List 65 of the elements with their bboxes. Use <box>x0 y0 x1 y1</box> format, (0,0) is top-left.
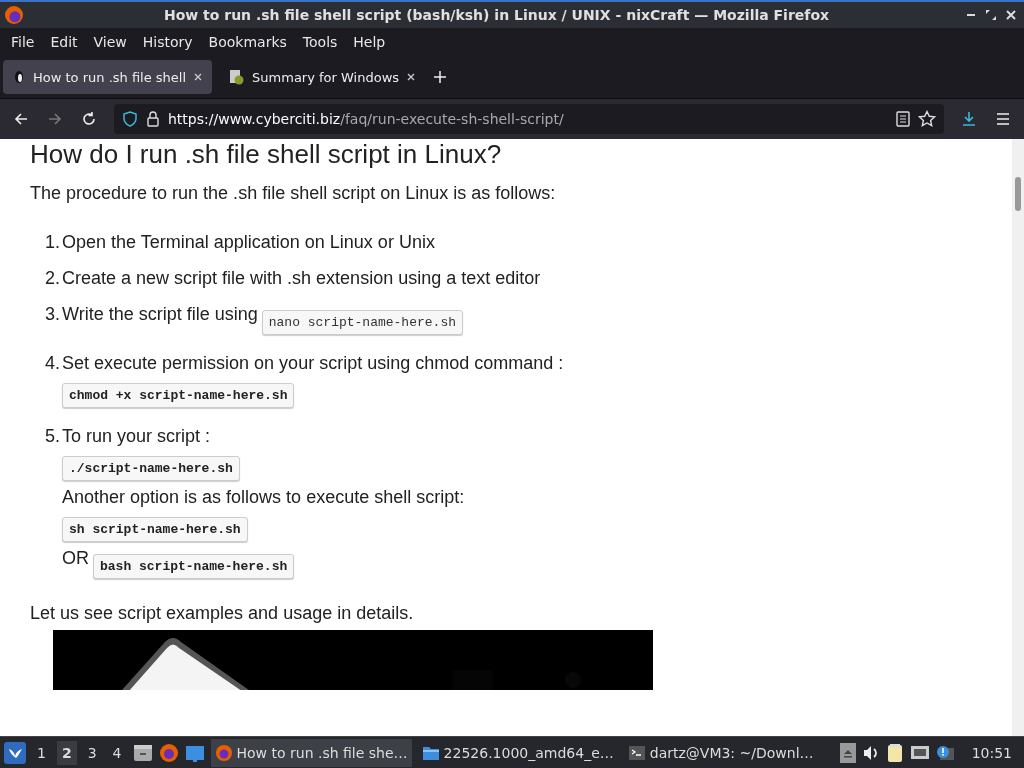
new-tab-icon[interactable] <box>433 70 448 84</box>
window-title: How to run .sh file shell script (bash/ksh) in Linux / UNIX - nixCraft — Mozilla Firefox <box>162 7 831 23</box>
forward-icon[interactable] <box>47 111 63 127</box>
taskbar-button[interactable]: How to run .sh file she… <box>210 738 412 767</box>
list-number: 5. <box>44 426 60 448</box>
menu-icon[interactable] <box>995 111 1011 127</box>
close-tab-icon[interactable] <box>406 72 417 82</box>
clipboard-icon[interactable] <box>885 742 904 763</box>
clock: 10:51 <box>970 744 1013 761</box>
workspace-button[interactable]: 4 <box>107 740 127 765</box>
code-snippet: nano script-name-here.sh <box>261 310 463 335</box>
list-number: 3. <box>44 304 60 326</box>
file-cabinet-icon[interactable] <box>132 742 153 763</box>
list-text: To run your script : <box>62 426 211 447</box>
paragraph: Let us see script examples and usage in details. <box>30 603 415 624</box>
shield-icon <box>122 111 138 127</box>
penguin-icon <box>12 69 26 85</box>
list-text: OR <box>62 548 89 569</box>
lock-icon <box>146 111 160 127</box>
list-text: Open the Terminal application on Linux or Unix <box>62 232 435 253</box>
notification-icon[interactable] <box>935 743 956 762</box>
document-icon <box>229 69 246 85</box>
list-number: 2. <box>44 268 60 290</box>
terminal-icon <box>627 743 646 762</box>
browser-tab[interactable]: Summary for Windows <box>220 60 426 94</box>
start-menu-icon[interactable] <box>4 741 26 764</box>
reader-view-icon[interactable] <box>896 111 910 127</box>
list-text: Set execute permission on your script using chmod command : <box>62 353 564 374</box>
taskbar-button[interactable]: dartz@VM3: ~/Downl… <box>623 738 818 767</box>
back-icon[interactable] <box>13 111 29 127</box>
list-number: 4. <box>44 353 60 375</box>
taskbar-button[interactable]: 22526.1000_amd64_e… <box>417 738 618 767</box>
firefox-icon <box>214 743 233 762</box>
menu-item[interactable]: Bookmarks <box>200 34 295 50</box>
download-icon[interactable] <box>961 111 977 127</box>
menu-item[interactable]: Tools <box>294 34 346 50</box>
workspace-button[interactable]: 3 <box>82 740 102 765</box>
list-text: Write the script file using <box>62 304 258 325</box>
code-snippet: sh script-name-here.sh <box>62 517 248 542</box>
workspace-button[interactable]: 1 <box>32 740 51 765</box>
workspace-button[interactable]: 2 <box>56 740 77 765</box>
firefox-logo-icon <box>5 6 23 24</box>
menu-item[interactable]: File <box>3 34 43 50</box>
menu-item[interactable]: Help <box>345 34 394 50</box>
paragraph: The procedure to run the .sh file shell script on Linux is as follows: <box>30 183 557 204</box>
article-heading: How do I run .sh file shell script in Linux? <box>30 139 503 169</box>
eject-icon[interactable] <box>839 742 856 763</box>
browser-tab[interactable]: How to run .sh file shell <box>3 60 213 94</box>
url-field[interactable]: https://www.cyberciti.biz/faq/run-execute-sh-shell-script/ <box>114 104 944 134</box>
code-snippet: ./script-name-here.sh <box>62 456 240 481</box>
list-number: 1. <box>44 232 60 254</box>
menu-item[interactable]: View <box>85 34 135 50</box>
code-snippet: bash script-name-here.sh <box>93 554 295 579</box>
firefox-icon[interactable] <box>158 742 179 763</box>
star-icon[interactable] <box>918 110 936 128</box>
menu-item[interactable]: Edit <box>42 34 86 50</box>
list-text: Create a new script file with .sh extension using a text editor <box>62 268 541 289</box>
scrollbar-thumb[interactable] <box>1015 177 1021 211</box>
code-snippet: chmod +x script-name-here.sh <box>62 383 295 408</box>
close-icon[interactable] <box>1006 10 1016 20</box>
menu-item[interactable]: History <box>134 34 201 50</box>
maximize-icon[interactable] <box>986 10 996 20</box>
close-tab-icon[interactable] <box>193 72 204 82</box>
list-text: Another option is as follows to execute shell script: <box>62 487 465 508</box>
reload-icon[interactable] <box>81 111 97 127</box>
